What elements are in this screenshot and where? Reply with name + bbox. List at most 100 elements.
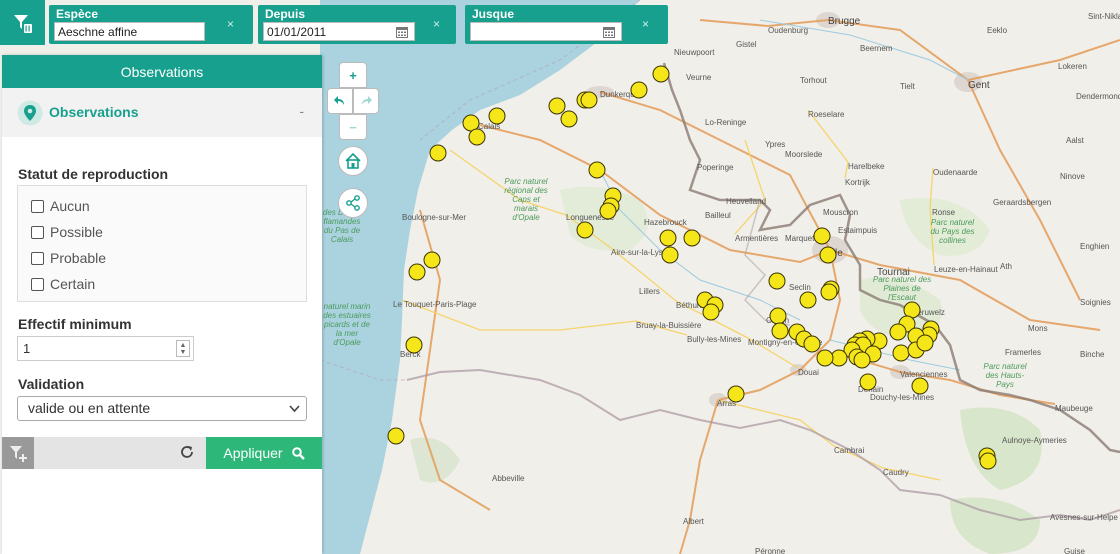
repro-option-probable[interactable]: Probable	[31, 250, 106, 266]
observation-marker[interactable]	[580, 91, 598, 109]
repro-status-label: Statut de reproduction	[18, 166, 169, 182]
observation-marker[interactable]	[387, 427, 405, 445]
filter-depuis: Depuis 01/01/2011 ×	[258, 5, 456, 44]
map-place-label: Kortrijk	[845, 178, 870, 187]
observation-marker[interactable]	[768, 272, 786, 290]
zoom-in-button[interactable]: +	[339, 62, 367, 88]
plus-icon: +	[349, 67, 357, 83]
observation-marker[interactable]	[683, 229, 701, 247]
repro-option-label: Probable	[50, 250, 107, 266]
observation-marker[interactable]	[820, 283, 838, 301]
observation-marker[interactable]	[599, 202, 617, 220]
map-park-label: Parc naturel des Hauts-Pays	[983, 362, 1027, 389]
filter-depuis-label: Depuis	[265, 7, 306, 21]
filter-toggle-button[interactable]	[0, 0, 45, 45]
map-place-label: Ypres	[765, 140, 786, 149]
map-place-label: Poperinge	[697, 163, 734, 172]
map-place-label: Eeklo	[987, 26, 1008, 35]
refresh-icon	[181, 446, 193, 458]
filter-espece-clear-button[interactable]: ×	[227, 17, 234, 31]
observation-marker[interactable]	[661, 246, 679, 264]
effectif-min-value: 1	[23, 341, 31, 356]
filter-jusque: Jusque ×	[465, 5, 668, 44]
filter-depuis-clear-button[interactable]: ×	[433, 17, 440, 31]
zoom-out-button[interactable]: −	[339, 114, 367, 140]
map-place-label: Mons	[1028, 324, 1048, 333]
observation-marker[interactable]	[488, 107, 506, 125]
observation-marker[interactable]	[819, 246, 837, 264]
observation-marker[interactable]	[799, 291, 817, 309]
observation-marker[interactable]	[911, 377, 929, 395]
apply-button-label: Appliquer	[223, 445, 283, 461]
refresh-button[interactable]	[180, 445, 194, 464]
effectif-min-input[interactable]: 1 ▲ ▼	[17, 336, 194, 361]
map-place-label: Hazebrouck	[644, 218, 687, 227]
map-place-label: Maubeuge	[1055, 404, 1093, 413]
observation-marker[interactable]	[423, 251, 441, 269]
observation-marker[interactable]	[588, 161, 606, 179]
history-back-button[interactable]	[327, 88, 353, 114]
stepper-down-icon[interactable]: ▼	[180, 349, 187, 356]
home-extent-button[interactable]	[338, 146, 368, 176]
observation-marker[interactable]	[576, 221, 594, 239]
validation-select[interactable]: valide ou en attente	[17, 396, 307, 421]
map-place-label: Ath	[1000, 262, 1013, 271]
observation-marker[interactable]	[889, 323, 907, 341]
map-place-label: Le Touquet-Paris-Plage	[393, 300, 477, 309]
checkbox[interactable]	[31, 251, 44, 265]
observation-marker[interactable]	[916, 334, 934, 352]
observation-marker[interactable]	[630, 81, 648, 99]
map-place-label: Leuze-en-Hainaut	[934, 265, 998, 274]
calendar-icon[interactable]	[396, 26, 408, 38]
map-place-label: Enghien	[1080, 242, 1110, 251]
observation-marker[interactable]	[405, 336, 423, 354]
add-filter-button[interactable]	[2, 437, 34, 469]
observation-marker[interactable]	[659, 229, 677, 247]
stepper-up-icon[interactable]: ▲	[180, 342, 187, 349]
validation-selected-value: valide ou en attente	[28, 400, 151, 416]
map-place-label: Brugge	[828, 16, 861, 27]
repro-option-label: Aucun	[50, 198, 90, 214]
observation-marker[interactable]	[560, 110, 578, 128]
filter-espece-input[interactable]: Aeschne affine	[54, 22, 205, 41]
chevron-down-icon	[289, 405, 300, 413]
observation-marker[interactable]	[979, 452, 997, 470]
number-stepper[interactable]: ▲ ▼	[176, 340, 190, 357]
repro-option-certain[interactable]: Certain	[31, 276, 95, 292]
map-place-label: Soignies	[1080, 298, 1111, 307]
map-place-label: Caudry	[883, 468, 909, 477]
apply-button[interactable]: Appliquer	[206, 437, 322, 469]
minus-icon: −	[349, 119, 357, 135]
observation-marker[interactable]	[813, 227, 831, 245]
observation-marker[interactable]	[803, 335, 821, 353]
filter-jusque-input[interactable]	[470, 22, 622, 41]
history-forward-button[interactable]	[353, 88, 379, 114]
repro-option-aucun[interactable]: Aucun	[31, 198, 90, 214]
calendar-icon[interactable]	[603, 26, 615, 38]
observation-marker[interactable]	[727, 385, 745, 403]
map-park-label: Parc naturel du Pays des collines	[930, 218, 975, 245]
observation-marker[interactable]	[771, 322, 789, 340]
collapse-button[interactable]: -	[299, 103, 304, 119]
filter-depuis-input[interactable]: 01/01/2011	[263, 22, 415, 41]
observations-section-header[interactable]: Observations -	[2, 88, 322, 137]
observation-marker[interactable]	[859, 373, 877, 391]
observation-marker[interactable]	[853, 351, 871, 369]
observation-marker[interactable]	[702, 303, 720, 321]
observations-section-title: Observations	[49, 104, 139, 120]
share-button[interactable]	[338, 188, 368, 218]
filter-espece: Espèce Aeschne affine ×	[49, 5, 253, 44]
checkbox[interactable]	[31, 225, 44, 239]
filter-add-icon	[10, 446, 27, 462]
filter-jusque-clear-button[interactable]: ×	[642, 17, 649, 31]
map-park-label: Parc naturel régional des Caps et marais…	[504, 177, 548, 222]
map-place-label: Oudenburg	[768, 26, 809, 35]
observation-marker[interactable]	[468, 128, 486, 146]
checkbox[interactable]	[31, 277, 44, 291]
repro-option-possible[interactable]: Possible	[31, 224, 103, 240]
checkbox[interactable]	[31, 199, 44, 213]
observation-marker[interactable]	[652, 65, 670, 83]
observation-marker[interactable]	[408, 263, 426, 281]
observation-marker[interactable]	[429, 144, 447, 162]
observation-marker[interactable]	[816, 349, 834, 367]
